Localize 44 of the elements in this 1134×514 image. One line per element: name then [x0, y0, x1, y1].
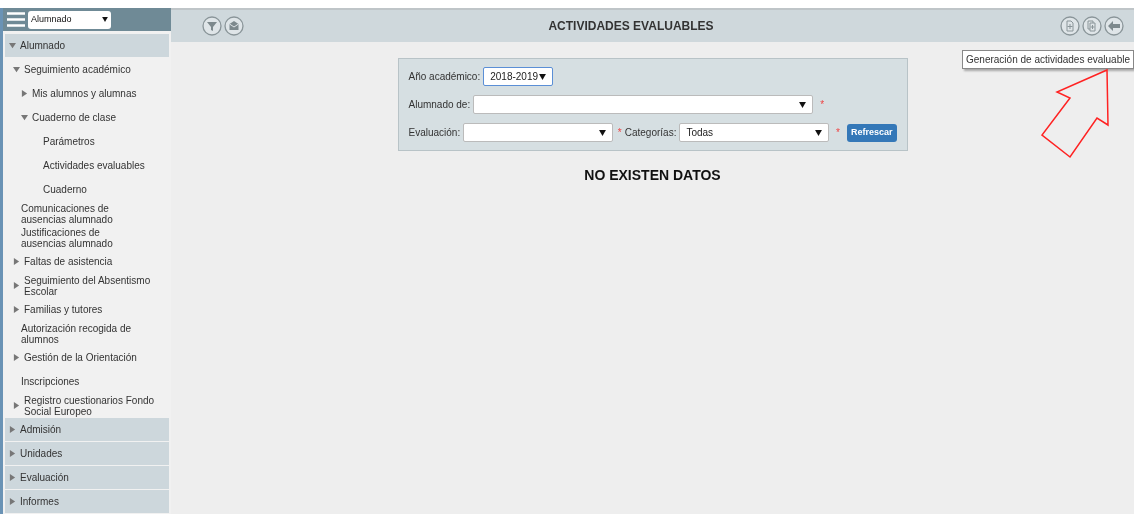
menu-item[interactable]: Admisión: [5, 418, 169, 441]
caret-right-icon: [9, 498, 16, 505]
caret-down-icon: [799, 101, 807, 108]
caret-down-icon: [13, 66, 20, 73]
caret-right-icon: [21, 90, 28, 97]
caret-right-icon: [13, 402, 20, 409]
field-label: Alumnado de:: [408, 98, 471, 112]
caret-right-icon: [9, 474, 16, 481]
caret-down-icon: [9, 42, 16, 49]
caret-down-icon: [539, 73, 547, 80]
required-mark: *: [836, 126, 840, 140]
menu-item[interactable]: Unidades: [5, 442, 169, 465]
empty-message: NO EXISTEN DATOS: [584, 166, 721, 185]
caret-down-icon: [598, 129, 606, 136]
required-mark: *: [617, 126, 622, 140]
caret-right-icon: [9, 426, 16, 433]
menu-item[interactable]: Evaluación: [5, 466, 169, 489]
tooltip: Generación de actividades evaluable: [962, 50, 1134, 69]
caret-down-icon: [21, 114, 28, 121]
caret-down-icon: [815, 129, 823, 136]
caret-right-icon: [13, 354, 20, 361]
menu-item[interactable]: Informes: [5, 490, 169, 513]
menu-icon[interactable]: [7, 12, 25, 27]
categories-select[interactable]: Todas: [679, 123, 830, 142]
copy-documents-icon[interactable]: [1082, 16, 1102, 36]
year-select[interactable]: 2018-2019: [483, 67, 554, 86]
menu-item[interactable]: Alumnado: [5, 34, 169, 57]
field-label: Categorías:: [624, 126, 677, 140]
caret-right-icon: [13, 306, 20, 313]
field-label: Año académico:: [408, 70, 481, 84]
caret-down-icon: [102, 17, 108, 22]
caret-right-icon: [13, 282, 20, 289]
caret-right-icon: [9, 450, 16, 457]
filter-icon[interactable]: [202, 16, 222, 36]
page-title: ACTIVIDADES EVALUABLES: [547, 18, 715, 35]
envelope-icon[interactable]: [224, 16, 244, 36]
caret-right-icon: [13, 258, 20, 265]
required-mark: *: [820, 98, 825, 112]
evaluation-select[interactable]: [463, 123, 613, 142]
students-select[interactable]: [473, 95, 814, 114]
add-document-icon[interactable]: [1060, 16, 1080, 36]
field-label: Evaluación:: [408, 126, 461, 140]
refresh-button[interactable]: Refrescar: [846, 123, 897, 142]
module-select[interactable]: Alumnado: [28, 10, 111, 29]
